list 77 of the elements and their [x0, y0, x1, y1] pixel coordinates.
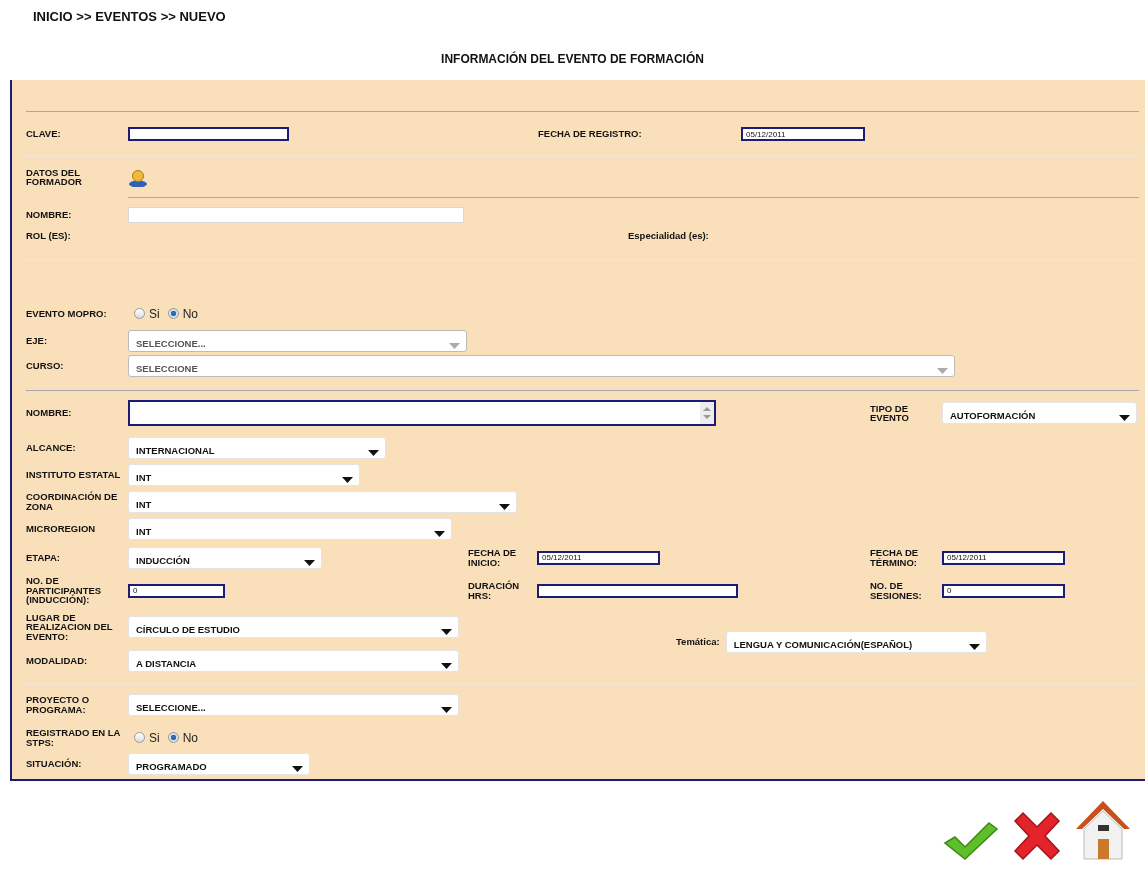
field-label: MODALIDAD: [26, 656, 89, 666]
radio-label: Si [149, 306, 160, 321]
dropdown-caret-icon [449, 342, 460, 349]
dropdown-caret-icon [441, 706, 452, 713]
home-icon [1074, 799, 1132, 861]
home-button[interactable] [1073, 799, 1133, 861]
field-label: PROYECTO O PROGRAMA: [26, 695, 91, 714]
dropdown-caret-icon [499, 503, 510, 510]
field-label: CURSO: [26, 361, 65, 371]
text-field[interactable]: 0 [942, 583, 1065, 598]
select-field[interactable]: INTERNACIONAL [128, 437, 386, 459]
field-label: INSTITUTO ESTATAL [26, 469, 122, 480]
dropdown-caret-icon [304, 559, 315, 566]
select-field[interactable]: SELECCIONE... [128, 693, 459, 716]
field-label: ROL (ES): [26, 231, 72, 241]
select-field[interactable]: INT [128, 490, 517, 513]
field-label: MICROREGION [26, 523, 97, 534]
field-label: NOMBRE: [26, 209, 73, 220]
field-label: TIPO DE EVENTO [870, 403, 910, 423]
field-label: Temática: [676, 637, 720, 647]
field-label: FECHA DE REGISTRO: [538, 129, 643, 139]
text-field[interactable]: 05/12/2011 [942, 550, 1065, 565]
text-field[interactable]: 05/12/2011 [537, 550, 660, 565]
radio-label: Si [149, 730, 160, 745]
form-title: INFORMACIÓN DEL EVENTO DE FORMACIÓN [440, 52, 705, 66]
field-label: NOMBRE: [26, 408, 73, 418]
select-field[interactable]: CÍRCULO DE ESTUDIO [128, 616, 459, 638]
text-field[interactable]: 05/12/2011 [741, 127, 865, 141]
field-label: ALCANCE: [26, 443, 77, 453]
select-field[interactable]: INT [128, 463, 360, 486]
dropdown-caret-icon [441, 663, 452, 669]
dropdown-caret-icon [937, 368, 948, 374]
select-field[interactable]: A DISTANCIA [128, 650, 459, 672]
radio-label: No [182, 306, 198, 321]
dropdown-caret-icon [292, 766, 303, 772]
select-field[interactable]: AUTOFORMACIÓN [942, 402, 1137, 424]
field-label: DURACIÓN HRS: [468, 581, 521, 600]
select-field[interactable]: LENGUA Y COMUNICACIÓN(ESPAÑOL) [725, 631, 987, 653]
dropdown-caret-icon [1119, 415, 1130, 421]
close-icon [1011, 811, 1063, 861]
select-field[interactable]: INDUCCIÓN [128, 546, 322, 569]
field-label: FECHA DE INICIO: [468, 548, 518, 567]
field-label: FECHA DE TÉRMINO: [870, 548, 920, 567]
dropdown-caret-icon [968, 644, 980, 650]
field-label: COORDINACIÓN DE ZONA [26, 492, 119, 511]
checkmark-icon [943, 821, 999, 861]
dropdown-caret-icon [441, 629, 452, 635]
dropdown-caret-icon [434, 530, 445, 537]
field-label: LUGAR DE REALIZACION DEL EVENTO: [26, 612, 114, 642]
select-field[interactable]: SELECCIONE... [128, 329, 467, 352]
radio-button[interactable] [167, 732, 179, 743]
spinner-icon [700, 402, 714, 424]
field-label: REGISTRADO EN LA STPS: [26, 728, 122, 747]
select-field[interactable]: PROGRAMADO [128, 753, 310, 775]
text-area[interactable] [128, 400, 716, 426]
text-field[interactable] [128, 127, 289, 141]
text-field[interactable]: 0 [128, 583, 225, 598]
radio-button[interactable] [134, 308, 145, 319]
field-label: EJE: [26, 335, 49, 346]
breadcrumb: INICIO >> EVENTOS >> NUEVO [33, 9, 227, 24]
field-label: NO. DE PARTICIPANTES (INDUCCIÓN): [26, 576, 103, 605]
text-field[interactable] [537, 583, 738, 598]
user-icon [128, 169, 148, 187]
dropdown-caret-icon [342, 476, 353, 483]
radio-button[interactable] [134, 732, 145, 743]
radio-label: No [182, 730, 198, 745]
field-label: Especialidad (es): [628, 231, 710, 241]
field-label: SITUACIÓN: [26, 759, 83, 769]
field-label: NO. DE SESIONES: [870, 581, 923, 600]
field-label: ETAPA: [26, 552, 61, 563]
field-label: EVENTO MOPRO: [26, 308, 108, 319]
field-label: DATOS DEL FORMADOR [26, 167, 83, 187]
field-label: CLAVE: [26, 129, 62, 139]
dropdown-caret-icon [368, 450, 379, 456]
select-field[interactable]: SELECCIONE [128, 355, 955, 377]
radio-button[interactable] [167, 308, 179, 319]
select-field[interactable]: INT [128, 517, 452, 540]
